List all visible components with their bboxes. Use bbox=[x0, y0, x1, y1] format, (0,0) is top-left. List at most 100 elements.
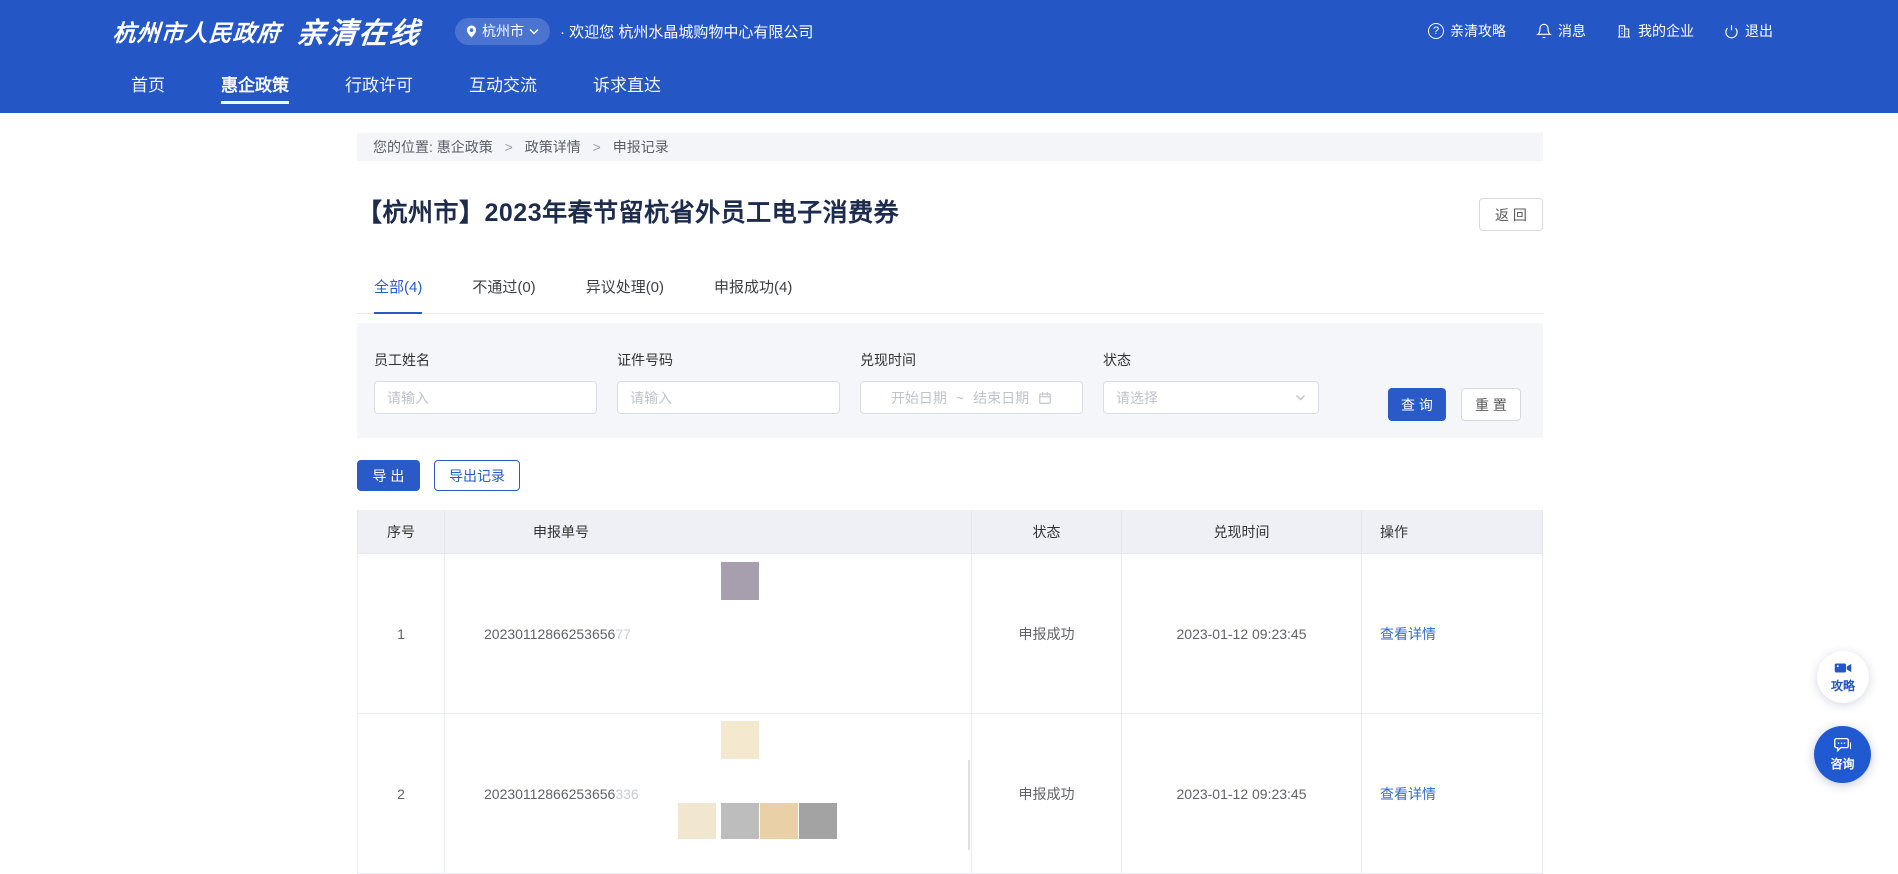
my-enterprise-link[interactable]: 我的企业 bbox=[1616, 21, 1694, 41]
row2-index-cell: 2 bbox=[357, 714, 445, 874]
status-tabs: 全部(4) 不通过(0) 异议处理(0) 申报成功(4) bbox=[357, 277, 1543, 314]
redacted-patch bbox=[721, 803, 759, 839]
consult-fab-label: 咨询 bbox=[1830, 755, 1854, 772]
my-enterprise-link-label: 我的企业 bbox=[1638, 21, 1694, 41]
consult-fab[interactable]: 咨询 bbox=[1814, 726, 1871, 783]
location-label: 杭州市 bbox=[482, 21, 524, 41]
main-nav: 首页 惠企政策 行政许可 互动交流 诉求直达 bbox=[0, 62, 1898, 113]
redacted-patch bbox=[760, 803, 798, 839]
end-date-placeholder: 结束日期 bbox=[973, 388, 1029, 408]
nav-item-administrative-permits[interactable]: 行政许可 bbox=[345, 71, 413, 104]
breadcrumb-item-policies[interactable]: 惠企政策 bbox=[437, 139, 493, 155]
col-header-index: 序号 bbox=[357, 510, 445, 554]
government-logo: 杭州市人民政府 bbox=[112, 14, 282, 48]
page-title: 【杭州市】2023年春节留杭省外员工电子消费券 bbox=[357, 193, 899, 229]
nav-item-home[interactable]: 首页 bbox=[131, 71, 165, 104]
row1-redeem-time-cell: 2023-01-12 09:23:45 bbox=[1122, 554, 1362, 714]
application-number: 20230112866253656 bbox=[484, 626, 615, 642]
id-number-input[interactable] bbox=[617, 381, 840, 414]
nav-item-appeals[interactable]: 诉求直达 bbox=[593, 71, 661, 104]
tab-success[interactable]: 申报成功(4) bbox=[714, 277, 792, 314]
chat-bubble-icon bbox=[1834, 737, 1852, 753]
row1-action-cell: 查看详情 bbox=[1362, 554, 1543, 714]
employee-name-field: 员工姓名 bbox=[374, 350, 597, 414]
top-header: 杭州市人民政府 亲清在线 杭州市 · 欢迎您 杭州水晶城购物中心有限公司 ? 亲… bbox=[0, 0, 1898, 113]
search-button[interactable]: 查 询 bbox=[1388, 388, 1446, 421]
status-label: 状态 bbox=[1103, 350, 1319, 370]
messages-link-label: 消息 bbox=[1558, 21, 1586, 41]
breadcrumb-prefix: 您的位置: bbox=[373, 139, 433, 155]
tab-all[interactable]: 全部(4) bbox=[374, 277, 422, 314]
header-top-row: 杭州市人民政府 亲清在线 杭州市 · 欢迎您 杭州水晶城购物中心有限公司 ? 亲… bbox=[0, 0, 1898, 62]
guide-fab-label: 攻略 bbox=[1831, 677, 1855, 694]
row2-status-cell: 申报成功 bbox=[972, 714, 1122, 874]
guide-fab[interactable]: 攻略 bbox=[1817, 651, 1869, 703]
redacted-smudge bbox=[968, 760, 970, 850]
portal-logo: 亲清在线 bbox=[295, 10, 423, 52]
view-detail-link[interactable]: 查看详情 bbox=[1380, 624, 1436, 644]
tab-rejected[interactable]: 不通过(0) bbox=[472, 277, 535, 314]
location-selector[interactable]: 杭州市 bbox=[455, 18, 550, 45]
start-date-placeholder: 开始日期 bbox=[891, 388, 947, 408]
nav-item-interaction[interactable]: 互动交流 bbox=[469, 71, 537, 104]
row2-application-no-cell: 20230112866253656336 bbox=[445, 714, 972, 874]
status-field: 状态 请选择 bbox=[1103, 350, 1319, 414]
breadcrumb-item-policy-detail[interactable]: 政策详情 bbox=[525, 139, 581, 155]
export-button[interactable]: 导 出 bbox=[357, 460, 420, 491]
row1-status-cell: 申报成功 bbox=[972, 554, 1122, 714]
back-button[interactable]: 返 回 bbox=[1479, 198, 1543, 231]
building-icon bbox=[1616, 23, 1632, 39]
filter-panel: 员工姓名 证件号码 兑现时间 开始日期 ~ 结束日期 状态 请选择 查 询 重 … bbox=[357, 323, 1543, 438]
content-container: 您的位置: 惠企政策 > 政策详情 > 申报记录 【杭州市】2023年春节留杭省… bbox=[357, 113, 1543, 864]
redacted-patch bbox=[799, 803, 837, 839]
guide-link[interactable]: ? 亲清攻略 bbox=[1428, 21, 1506, 41]
redacted-patch bbox=[721, 721, 759, 759]
messages-link[interactable]: 消息 bbox=[1536, 21, 1586, 41]
redacted-patch bbox=[721, 562, 759, 600]
calendar-icon bbox=[1038, 391, 1052, 405]
logout-link-label: 退出 bbox=[1745, 21, 1773, 41]
row1-index-cell: 1 bbox=[357, 554, 445, 714]
application-number-faded: 336 bbox=[615, 786, 638, 802]
row2-action-cell: 查看详情 bbox=[1362, 714, 1543, 874]
application-number: 20230112866253656 bbox=[484, 786, 615, 802]
power-icon bbox=[1724, 24, 1739, 39]
col-header-action: 操作 bbox=[1362, 510, 1543, 554]
tab-dispute[interactable]: 异议处理(0) bbox=[586, 277, 664, 314]
id-number-label: 证件号码 bbox=[617, 350, 840, 370]
row2-redeem-time-cell: 2023-01-12 09:23:45 bbox=[1122, 714, 1362, 874]
nav-item-policies[interactable]: 惠企政策 bbox=[221, 71, 289, 104]
chevron-down-icon bbox=[1295, 394, 1306, 401]
welcome-text: · 欢迎您 杭州水晶城购物中心有限公司 bbox=[560, 21, 813, 42]
row1-application-no-cell: 2023011286625365677 bbox=[445, 554, 972, 714]
employee-name-input[interactable] bbox=[374, 381, 597, 414]
export-records-button[interactable]: 导出记录 bbox=[434, 460, 520, 491]
date-range-separator: ~ bbox=[956, 390, 964, 406]
logout-link[interactable]: 退出 bbox=[1724, 21, 1773, 41]
status-select[interactable]: 请选择 bbox=[1103, 381, 1319, 414]
view-detail-link[interactable]: 查看详情 bbox=[1380, 784, 1436, 804]
application-number-faded: 77 bbox=[615, 626, 631, 642]
date-range-picker[interactable]: 开始日期 ~ 结束日期 bbox=[860, 381, 1083, 414]
status-select-placeholder: 请选择 bbox=[1116, 388, 1158, 408]
reset-button[interactable]: 重 置 bbox=[1461, 388, 1521, 421]
breadcrumb-separator: > bbox=[593, 139, 601, 155]
col-header-status: 状态 bbox=[972, 510, 1122, 554]
chevron-down-icon bbox=[529, 28, 539, 35]
question-circle-icon: ? bbox=[1428, 23, 1444, 39]
col-header-application-no: 申报单号 bbox=[445, 510, 972, 554]
breadcrumb-separator: > bbox=[505, 139, 513, 155]
records-table: 序号 申报单号 状态 兑现时间 操作 1 2023011286625365677… bbox=[357, 510, 1543, 874]
breadcrumb: 您的位置: 惠企政策 > 政策详情 > 申报记录 bbox=[357, 133, 1543, 161]
breadcrumb-item-current: 申报记录 bbox=[613, 139, 669, 155]
location-pin-icon bbox=[466, 25, 477, 38]
header-links: ? 亲清攻略 消息 我的企业 退出 bbox=[1428, 21, 1773, 41]
bell-icon bbox=[1536, 23, 1552, 39]
employee-name-label: 员工姓名 bbox=[374, 350, 597, 370]
redeem-time-field: 兑现时间 开始日期 ~ 结束日期 bbox=[860, 350, 1083, 414]
guide-link-label: 亲清攻略 bbox=[1450, 21, 1506, 41]
redacted-patch bbox=[678, 803, 716, 839]
redeem-time-label: 兑现时间 bbox=[860, 350, 1083, 370]
video-camera-icon bbox=[1834, 661, 1852, 675]
col-header-redeem-time: 兑现时间 bbox=[1122, 510, 1362, 554]
